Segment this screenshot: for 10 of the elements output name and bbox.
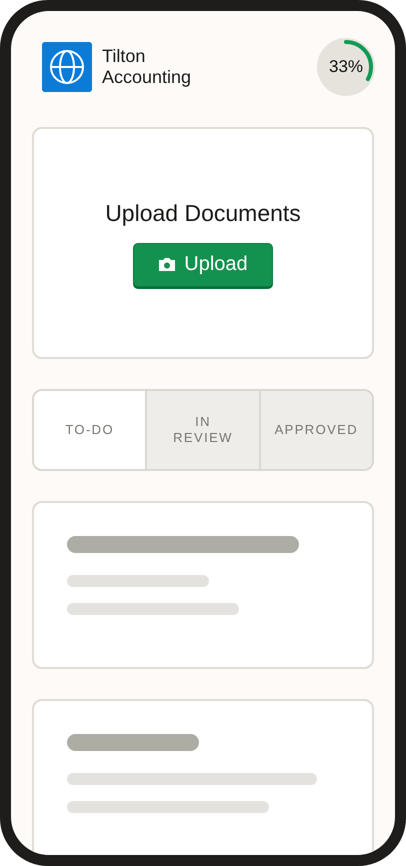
upload-button[interactable]: Upload — [133, 242, 273, 286]
camera-icon — [158, 257, 176, 272]
progress-ring — [316, 37, 376, 97]
status-tab[interactable]: IN REVIEW — [145, 391, 259, 469]
status-tab[interactable]: APPROVED — [258, 391, 372, 469]
company-name: Tilton Accounting — [102, 46, 192, 88]
progress-percentage: 33% — [328, 57, 364, 77]
globe-icon — [42, 42, 92, 92]
status-tab[interactable]: TO-DO — [34, 391, 146, 469]
upload-title: Upload Documents — [105, 200, 301, 226]
